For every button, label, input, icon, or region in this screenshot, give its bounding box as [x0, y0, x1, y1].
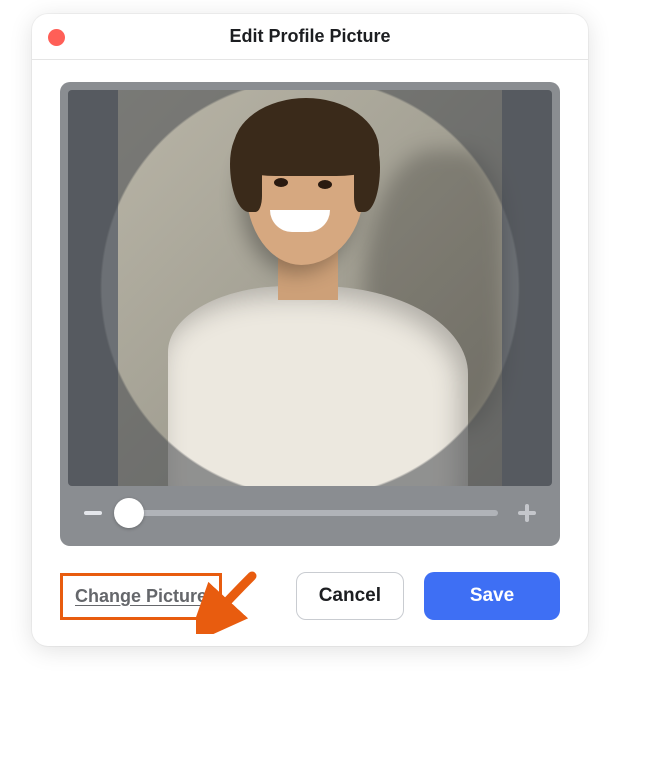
profile-photo: [118, 90, 502, 486]
zoom-slider-row: [68, 486, 552, 532]
change-picture-highlight: Change Picture: [60, 573, 222, 620]
picture-crop-panel: [60, 82, 560, 546]
titlebar: Edit Profile Picture: [32, 14, 588, 60]
photo-preview[interactable]: [68, 90, 552, 486]
zoom-in-icon[interactable]: [516, 502, 538, 524]
modal-title: Edit Profile Picture: [229, 26, 390, 47]
cancel-button[interactable]: Cancel: [296, 572, 404, 620]
slider-track: [122, 510, 498, 516]
edit-profile-picture-modal: Edit Profile Picture: [32, 14, 588, 646]
change-picture-link[interactable]: Change Picture: [75, 586, 207, 606]
button-row: Change Picture Cancel Save: [32, 554, 588, 646]
zoom-out-icon[interactable]: [82, 502, 104, 524]
save-button[interactable]: Save: [424, 572, 560, 620]
close-icon[interactable]: [48, 29, 65, 46]
zoom-slider[interactable]: [122, 498, 498, 528]
slider-thumb[interactable]: [114, 498, 144, 528]
